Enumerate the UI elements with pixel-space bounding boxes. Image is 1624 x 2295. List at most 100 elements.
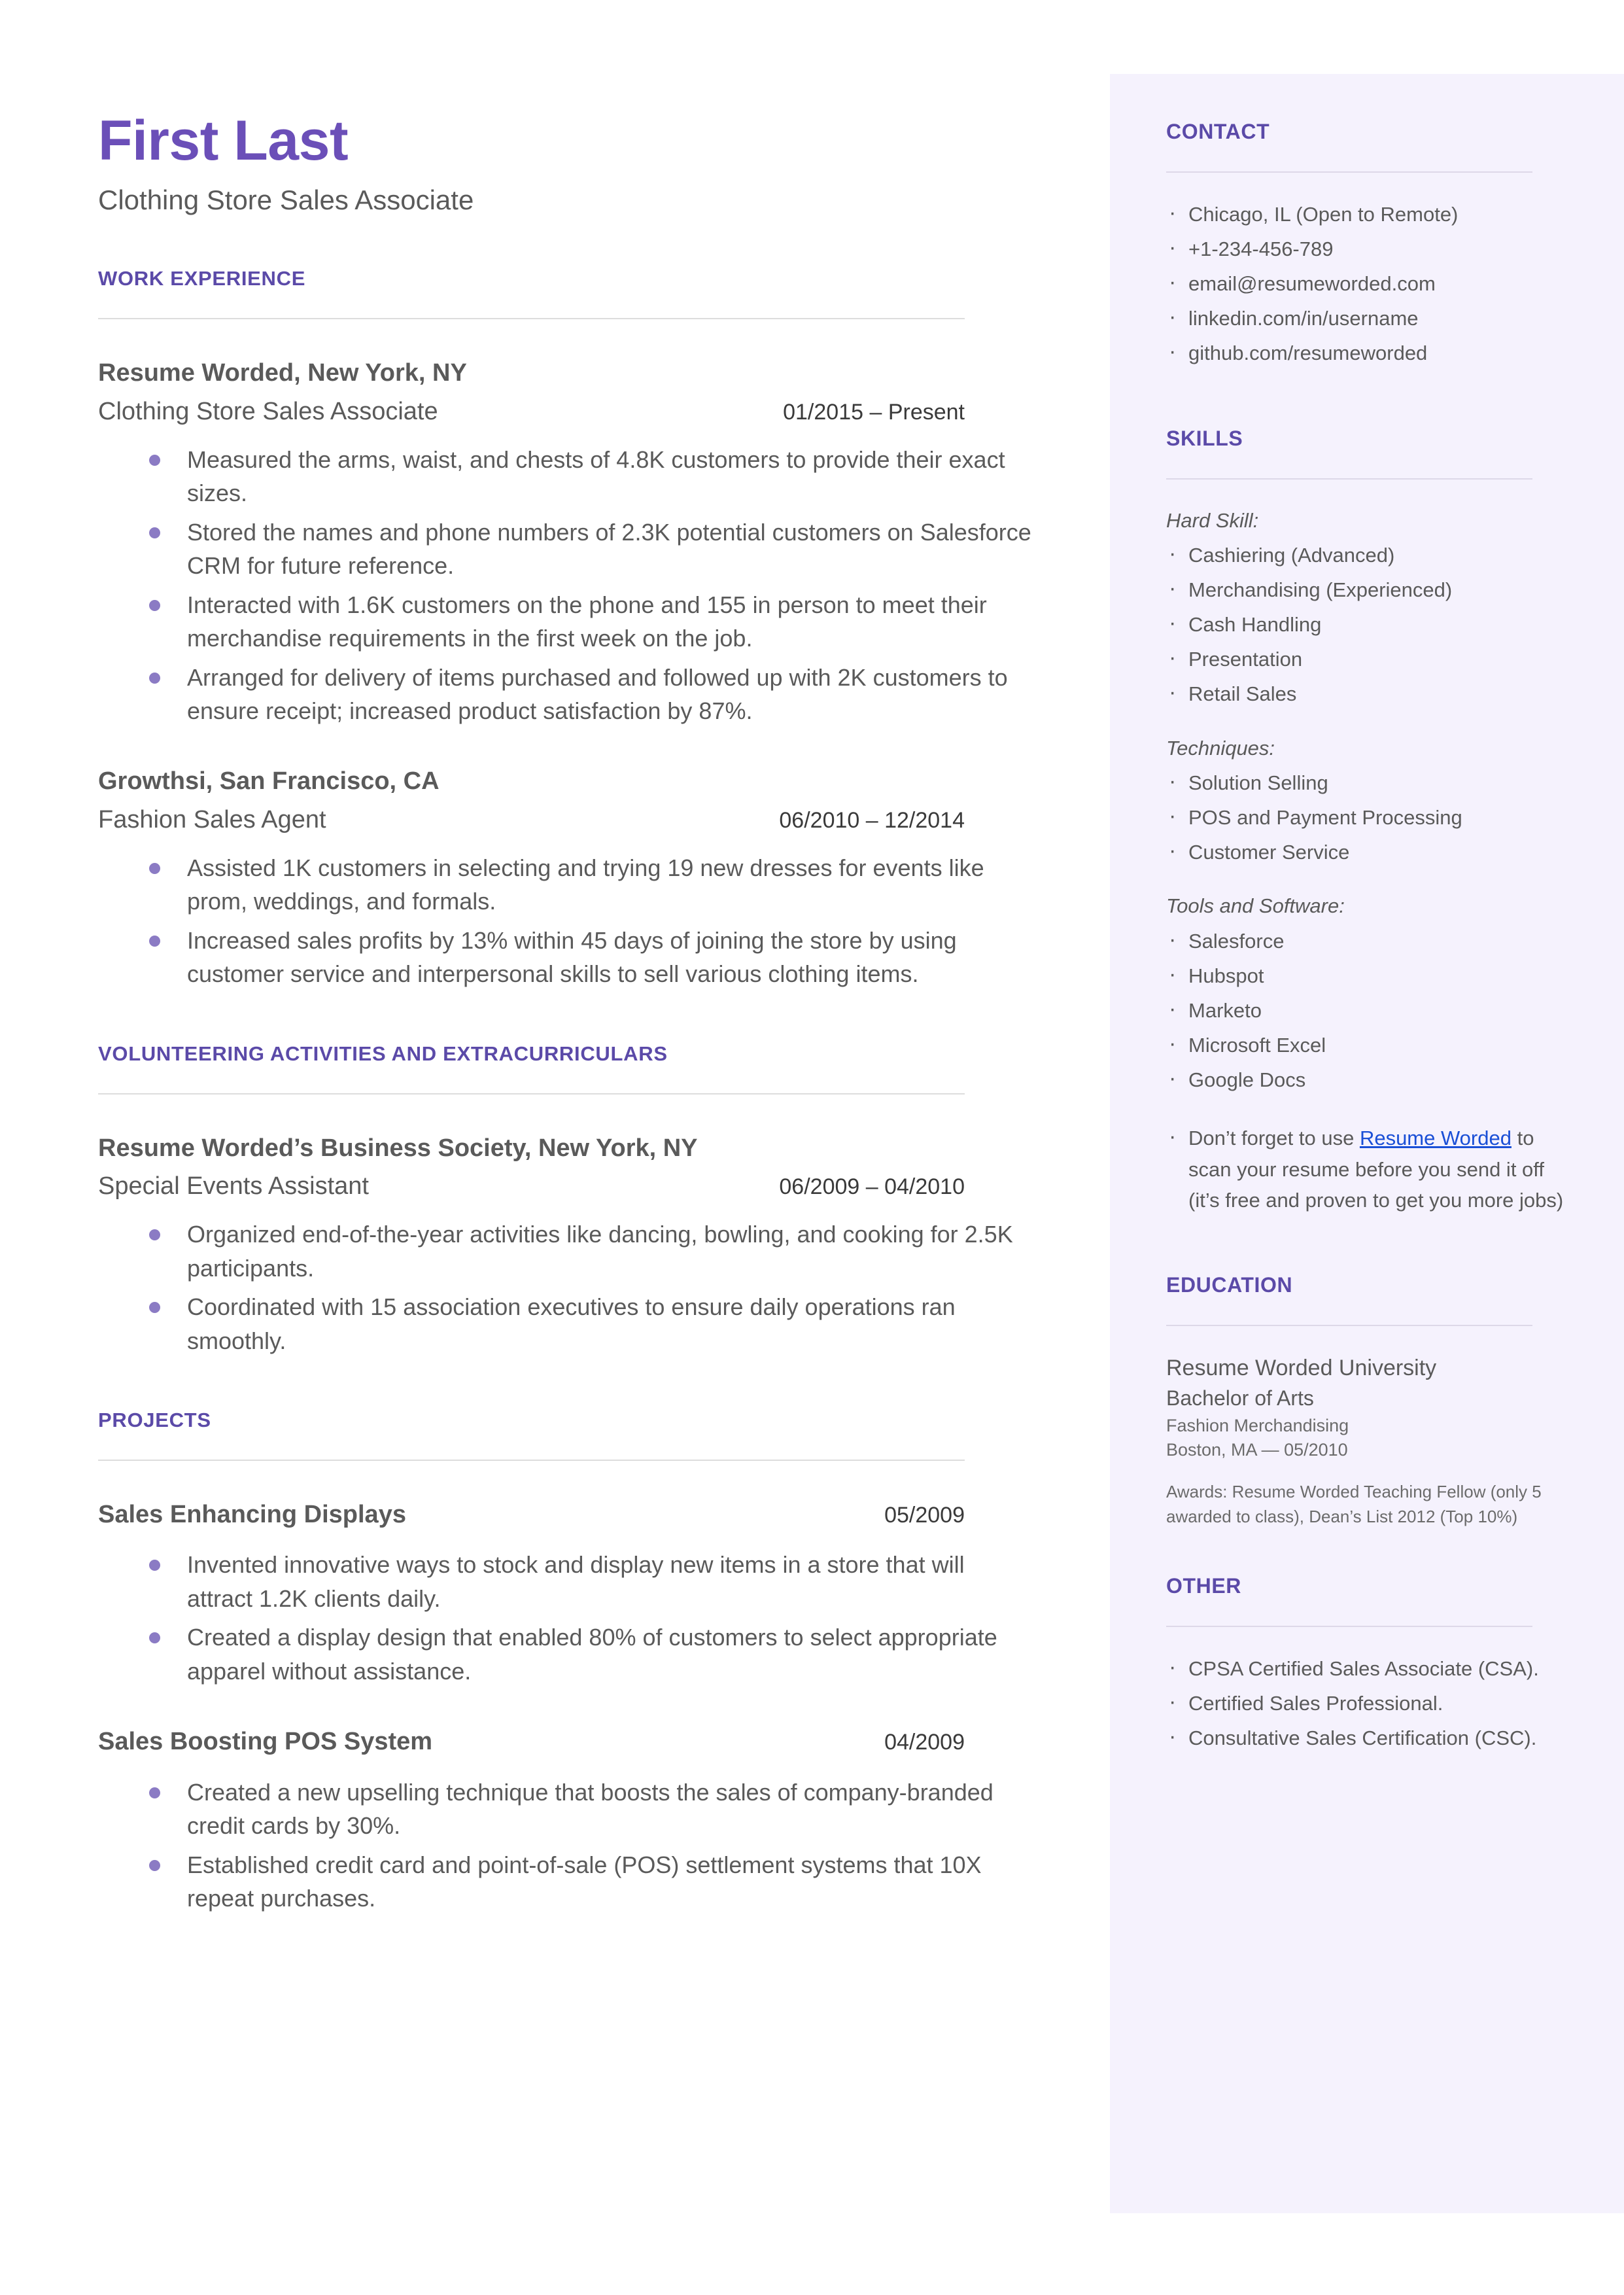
entry-date-range: 06/2010 – 12/2014 xyxy=(779,807,965,833)
section-heading-work-experience: WORK EXPERIENCE xyxy=(98,267,306,290)
sidebar-section-other: OTHER CPSA Certified Sales Associate (CS… xyxy=(1166,1574,1577,1754)
education-school: Resume Worded University xyxy=(1166,1355,1437,1380)
entry-title-row: Sales Boosting POS System 04/2009 xyxy=(98,1726,965,1758)
entry-job-title: Fashion Sales Agent xyxy=(98,805,326,833)
education-field: Fashion Merchandising xyxy=(1166,1415,1349,1435)
bullet-item: Assisted 1K customers in selecting and t… xyxy=(149,851,1033,919)
sidebar-section-skills: SKILLS Hard Skill: Cashiering (Advanced)… xyxy=(1166,427,1577,1216)
section-divider xyxy=(98,1093,965,1095)
skills-group-label-hard-skill: Hard Skill: xyxy=(1166,508,1259,532)
resume-page: First Last Clothing Store Sales Associat… xyxy=(0,0,1624,2295)
section-projects: PROJECTS Sales Enhancing Displays 05/200… xyxy=(98,1409,1033,1916)
certification-item: CPSA Certified Sales Associate (CSA). xyxy=(1166,1651,1577,1685)
bullet-item: Established credit card and point-of-sal… xyxy=(149,1848,1033,1916)
sidebar-divider xyxy=(1166,1626,1532,1627)
sidebar-heading-education: EDUCATION xyxy=(1166,1272,1293,1297)
entry-date-range: 04/2009 xyxy=(884,1730,965,1755)
section-heading-projects: PROJECTS xyxy=(98,1408,211,1431)
entry-job-title: Clothing Store Sales Associate xyxy=(98,397,438,425)
project-name: Sales Boosting POS System xyxy=(98,1728,433,1756)
work-entry: Growthsi, San Francisco, CA Fashion Sale… xyxy=(98,765,1033,990)
skill-item: Retail Sales xyxy=(1166,676,1577,710)
education-degree: Bachelor of Arts xyxy=(1166,1386,1314,1410)
skill-item: Marketo xyxy=(1166,992,1577,1026)
bullet-item: Increased sales profits by 13% within 45… xyxy=(149,924,1033,991)
entry-organization: Resume Worded, New York, NY xyxy=(98,359,467,387)
skills-list-tools: Salesforce Hubspot Marketo Microsoft Exc… xyxy=(1166,923,1577,1096)
skill-item: Microsoft Excel xyxy=(1166,1027,1577,1061)
education-location-date: Boston, MA — 05/2010 xyxy=(1166,1440,1348,1460)
bullet-item: Measured the arms, waist, and chests of … xyxy=(149,443,1033,510)
resume-worded-link[interactable]: Resume Worded xyxy=(1360,1127,1512,1149)
entry-date-range: 01/2015 – Present xyxy=(783,399,965,425)
sidebar-heading-contact: CONTACT xyxy=(1166,120,1270,143)
skill-item: Google Docs xyxy=(1166,1062,1577,1096)
section-work-experience: WORK EXPERIENCE Resume Worded, New York,… xyxy=(98,267,1033,990)
sidebar-heading-skills: SKILLS xyxy=(1166,426,1243,450)
contact-item-linkedin: linkedin.com/in/username xyxy=(1166,300,1577,334)
bullet-item: Coordinated with 15 association executiv… xyxy=(149,1290,1033,1358)
entry-bullet-list: Created a new upselling technique that b… xyxy=(98,1776,1033,1916)
skill-item: POS and Payment Processing xyxy=(1166,799,1577,833)
bullet-item: Invented innovative ways to stock and di… xyxy=(149,1548,1033,1615)
section-divider xyxy=(98,1459,965,1461)
contact-list: Chicago, IL (Open to Remote) +1-234-456-… xyxy=(1166,196,1577,369)
entry-bullet-list: Measured the arms, waist, and chests of … xyxy=(98,443,1033,728)
skill-item: Cash Handling xyxy=(1166,606,1577,640)
skill-item: Solution Selling xyxy=(1166,765,1577,799)
section-heading-volunteering: VOLUNTEERING ACTIVITIES AND EXTRACURRICU… xyxy=(98,1042,668,1065)
entry-bullet-list: Assisted 1K customers in selecting and t… xyxy=(98,851,1033,991)
sidebar-divider xyxy=(1166,171,1532,173)
entry-title-row: Sales Enhancing Displays 05/2009 xyxy=(98,1499,965,1531)
project-entry: Sales Boosting POS System 04/2009 Create… xyxy=(98,1726,1033,1915)
skill-item: Cashiering (Advanced) xyxy=(1166,537,1577,571)
entry-title-row: Special Events Assistant 06/2009 – 04/20… xyxy=(98,1172,965,1200)
entry-date-range: 06/2009 – 04/2010 xyxy=(779,1174,965,1200)
bullet-item: Arranged for delivery of items purchased… xyxy=(149,661,1033,728)
certification-item: Consultative Sales Certification (CSC). xyxy=(1166,1720,1577,1754)
sidebar-divider xyxy=(1166,478,1532,480)
bullet-item: Stored the names and phone numbers of 2.… xyxy=(149,516,1033,583)
bullet-item: Interacted with 1.6K customers on the ph… xyxy=(149,588,1033,656)
skills-list-hard-skill: Cashiering (Advanced) Merchandising (Exp… xyxy=(1166,537,1577,710)
skill-item: Customer Service xyxy=(1166,834,1577,868)
certification-item: Certified Sales Professional. xyxy=(1166,1685,1577,1719)
project-name: Sales Enhancing Displays xyxy=(98,1500,406,1528)
section-volunteering: VOLUNTEERING ACTIVITIES AND EXTRACURRICU… xyxy=(98,1042,1033,1358)
skill-item: Merchandising (Experienced) xyxy=(1166,572,1577,606)
sidebar: CONTACT Chicago, IL (Open to Remote) +1-… xyxy=(1110,74,1624,2213)
page-title: First Last xyxy=(98,109,349,172)
entry-bullet-list: Invented innovative ways to stock and di… xyxy=(98,1548,1033,1688)
skills-group-label-techniques: Techniques: xyxy=(1166,736,1275,760)
sidebar-section-contact: CONTACT Chicago, IL (Open to Remote) +1-… xyxy=(1166,120,1577,369)
skill-item: Salesforce xyxy=(1166,923,1577,957)
bullet-item: Organized end-of-the-year activities lik… xyxy=(149,1218,1033,1285)
entry-organization: Growthsi, San Francisco, CA xyxy=(98,767,440,796)
promo-note: Don’t forget to use Resume Worded to sca… xyxy=(1166,1120,1577,1215)
entry-title-row: Clothing Store Sales Associate 01/2015 –… xyxy=(98,398,965,426)
contact-item-location: Chicago, IL (Open to Remote) xyxy=(1166,196,1577,230)
project-entry: Sales Enhancing Displays 05/2009 Invente… xyxy=(98,1499,1033,1688)
entry-date-range: 05/2009 xyxy=(884,1502,965,1528)
sidebar-divider xyxy=(1166,1324,1532,1326)
promo-text-before: Don’t forget to use xyxy=(1188,1127,1360,1150)
entry-bullet-list: Organized end-of-the-year activities lik… xyxy=(98,1218,1033,1358)
sidebar-heading-other: OTHER xyxy=(1166,1574,1241,1598)
main-column: First Last Clothing Store Sales Associat… xyxy=(98,111,1033,1921)
header-subtitle: Clothing Store Sales Associate xyxy=(98,184,474,216)
entry-title-row: Fashion Sales Agent 06/2010 – 12/2014 xyxy=(98,806,965,834)
volunteering-entry: Resume Worded’s Business Society, New Yo… xyxy=(98,1132,1033,1358)
entry-organization: Resume Worded’s Business Society, New Yo… xyxy=(98,1134,698,1162)
section-divider xyxy=(98,318,965,320)
contact-item-email: email@resumeworded.com xyxy=(1166,266,1577,300)
contact-item-phone: +1-234-456-789 xyxy=(1166,231,1577,265)
entry-job-title: Special Events Assistant xyxy=(98,1172,369,1200)
bullet-item: Created a new upselling technique that b… xyxy=(149,1776,1033,1843)
education-awards: Awards: Resume Worded Teaching Fellow (o… xyxy=(1166,1482,1542,1527)
skills-group-label-tools: Tools and Software: xyxy=(1166,894,1345,918)
contact-item-github: github.com/resumeworded xyxy=(1166,335,1577,369)
skills-list-techniques: Solution Selling POS and Payment Process… xyxy=(1166,765,1577,868)
